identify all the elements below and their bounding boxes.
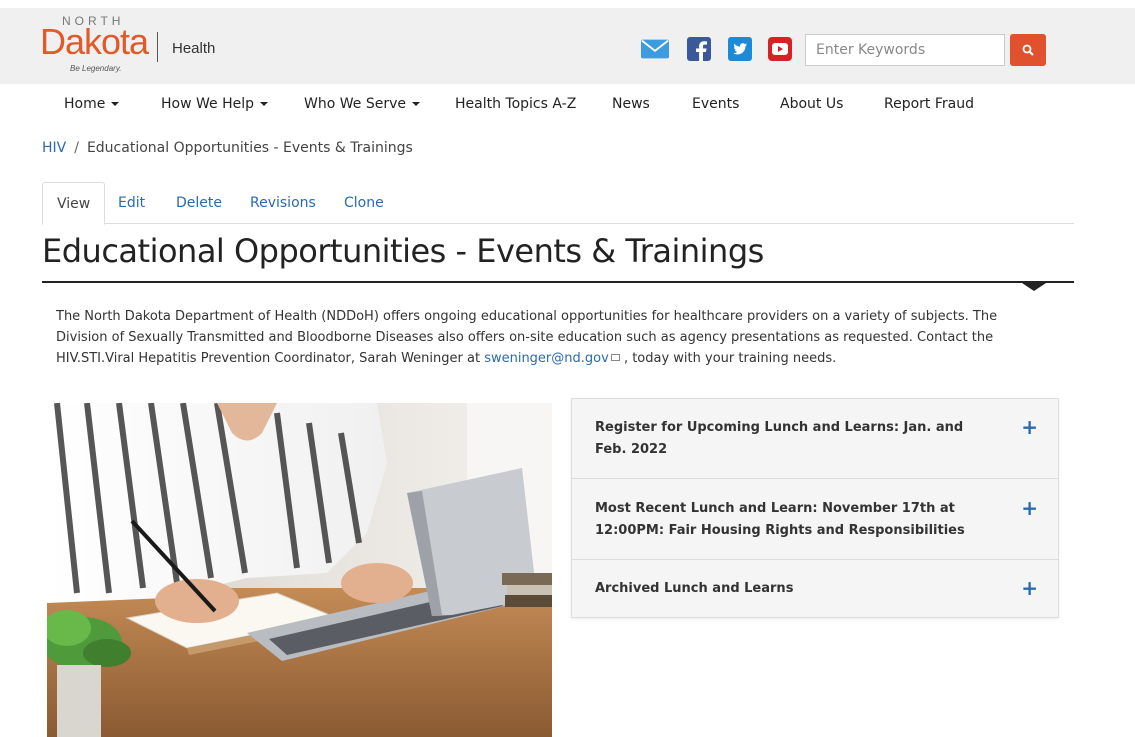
breadcrumb-hiv-link[interactable]: HIV xyxy=(42,140,66,156)
nav-how-we-help-label: How We Help xyxy=(161,96,254,112)
logo-tagline: Be Legendary. xyxy=(70,64,122,73)
breadcrumb-current: Educational Opportunities - Events & Tra… xyxy=(86,140,413,156)
nav-report-fraud-label: Report Fraud xyxy=(884,96,974,112)
breadcrumb: HIV / Educational Opportunities - Events &… xyxy=(42,140,413,156)
lunch-and-learn-accordion: Register for Upcoming Lunch and Learns: … xyxy=(571,398,1059,618)
nav-about-us[interactable]: About Us xyxy=(780,96,843,112)
accordion-item-register[interactable]: Register for Upcoming Lunch and Learns: … xyxy=(572,399,1058,479)
email-link[interactable]: sweninger@nd.gov xyxy=(484,351,609,366)
tab-delete[interactable]: Delete xyxy=(162,182,236,224)
plus-icon: + xyxy=(1021,496,1038,520)
facebook-icon[interactable] xyxy=(685,36,713,62)
plus-icon: + xyxy=(1021,576,1038,600)
tab-clone[interactable]: Clone xyxy=(330,182,398,224)
accordion-item-title: Register for Upcoming Lunch and Learns: … xyxy=(595,420,964,457)
nav-home[interactable]: Home xyxy=(64,96,120,112)
twitter-icon[interactable] xyxy=(726,36,754,62)
nav-health-topics[interactable]: Health Topics A-Z xyxy=(455,96,576,112)
site-header: NORTH Dakota Health Be Legendary. xyxy=(0,8,1135,84)
intro-paragraph: The North Dakota Department of Health (N… xyxy=(56,306,1046,369)
page-title: Educational Opportunities - Events & Tra… xyxy=(42,232,764,270)
nav-home-label: Home xyxy=(64,96,106,112)
logo-divider xyxy=(157,32,158,62)
accordion-item-archived[interactable]: Archived Lunch and Learns + xyxy=(572,560,1058,617)
tab-edit[interactable]: Edit xyxy=(104,182,159,224)
nav-health-topics-label: Health Topics A-Z xyxy=(455,96,577,112)
search-button[interactable] xyxy=(1010,34,1046,66)
chevron-down-icon xyxy=(411,102,420,106)
title-divider-arrow xyxy=(1022,283,1046,291)
chevron-down-icon xyxy=(260,102,268,106)
plus-icon: + xyxy=(1021,415,1038,439)
nav-report-fraud[interactable]: Report Fraud xyxy=(884,96,974,112)
logo-health-text: Health xyxy=(172,40,216,57)
nav-how-we-help[interactable]: How We Help xyxy=(161,96,268,112)
nd-health-logo[interactable]: NORTH Dakota Health Be Legendary. xyxy=(40,14,230,80)
tab-view[interactable]: View xyxy=(42,182,106,225)
accordion-item-most-recent[interactable]: Most Recent Lunch and Learn: November 17… xyxy=(572,479,1058,560)
youtube-icon[interactable] xyxy=(766,36,794,62)
nav-news[interactable]: News xyxy=(612,96,650,112)
nav-events[interactable]: Events xyxy=(692,96,739,112)
mail-icon[interactable] xyxy=(641,36,669,62)
nav-who-we-serve[interactable]: Who We Serve xyxy=(304,96,420,112)
breadcrumb-separator: / xyxy=(74,140,79,156)
search-input[interactable] xyxy=(805,34,1005,66)
chevron-down-icon xyxy=(111,102,120,106)
external-link-icon xyxy=(610,354,620,361)
main-nav: Home How We Help Who We Serve Health Top… xyxy=(0,96,1135,118)
nav-events-label: Events xyxy=(692,96,740,112)
accordion-item-title: Most Recent Lunch and Learn: November 17… xyxy=(595,501,965,538)
nav-news-label: News xyxy=(612,96,650,112)
nav-who-we-serve-label: Who We Serve xyxy=(304,96,406,112)
tab-revisions[interactable]: Revisions xyxy=(236,182,330,224)
logo-dakota-text: Dakota xyxy=(40,21,149,62)
admin-tabs: View Edit Delete Revisions Clone xyxy=(42,182,1074,225)
nav-about-us-label: About Us xyxy=(780,96,844,112)
title-divider xyxy=(42,281,1074,283)
laptop-writing-photo xyxy=(47,403,552,737)
accordion-item-title: Archived Lunch and Learns xyxy=(595,581,794,596)
search-icon xyxy=(1022,44,1034,56)
intro-text-end: , today with your training needs. xyxy=(619,351,837,366)
